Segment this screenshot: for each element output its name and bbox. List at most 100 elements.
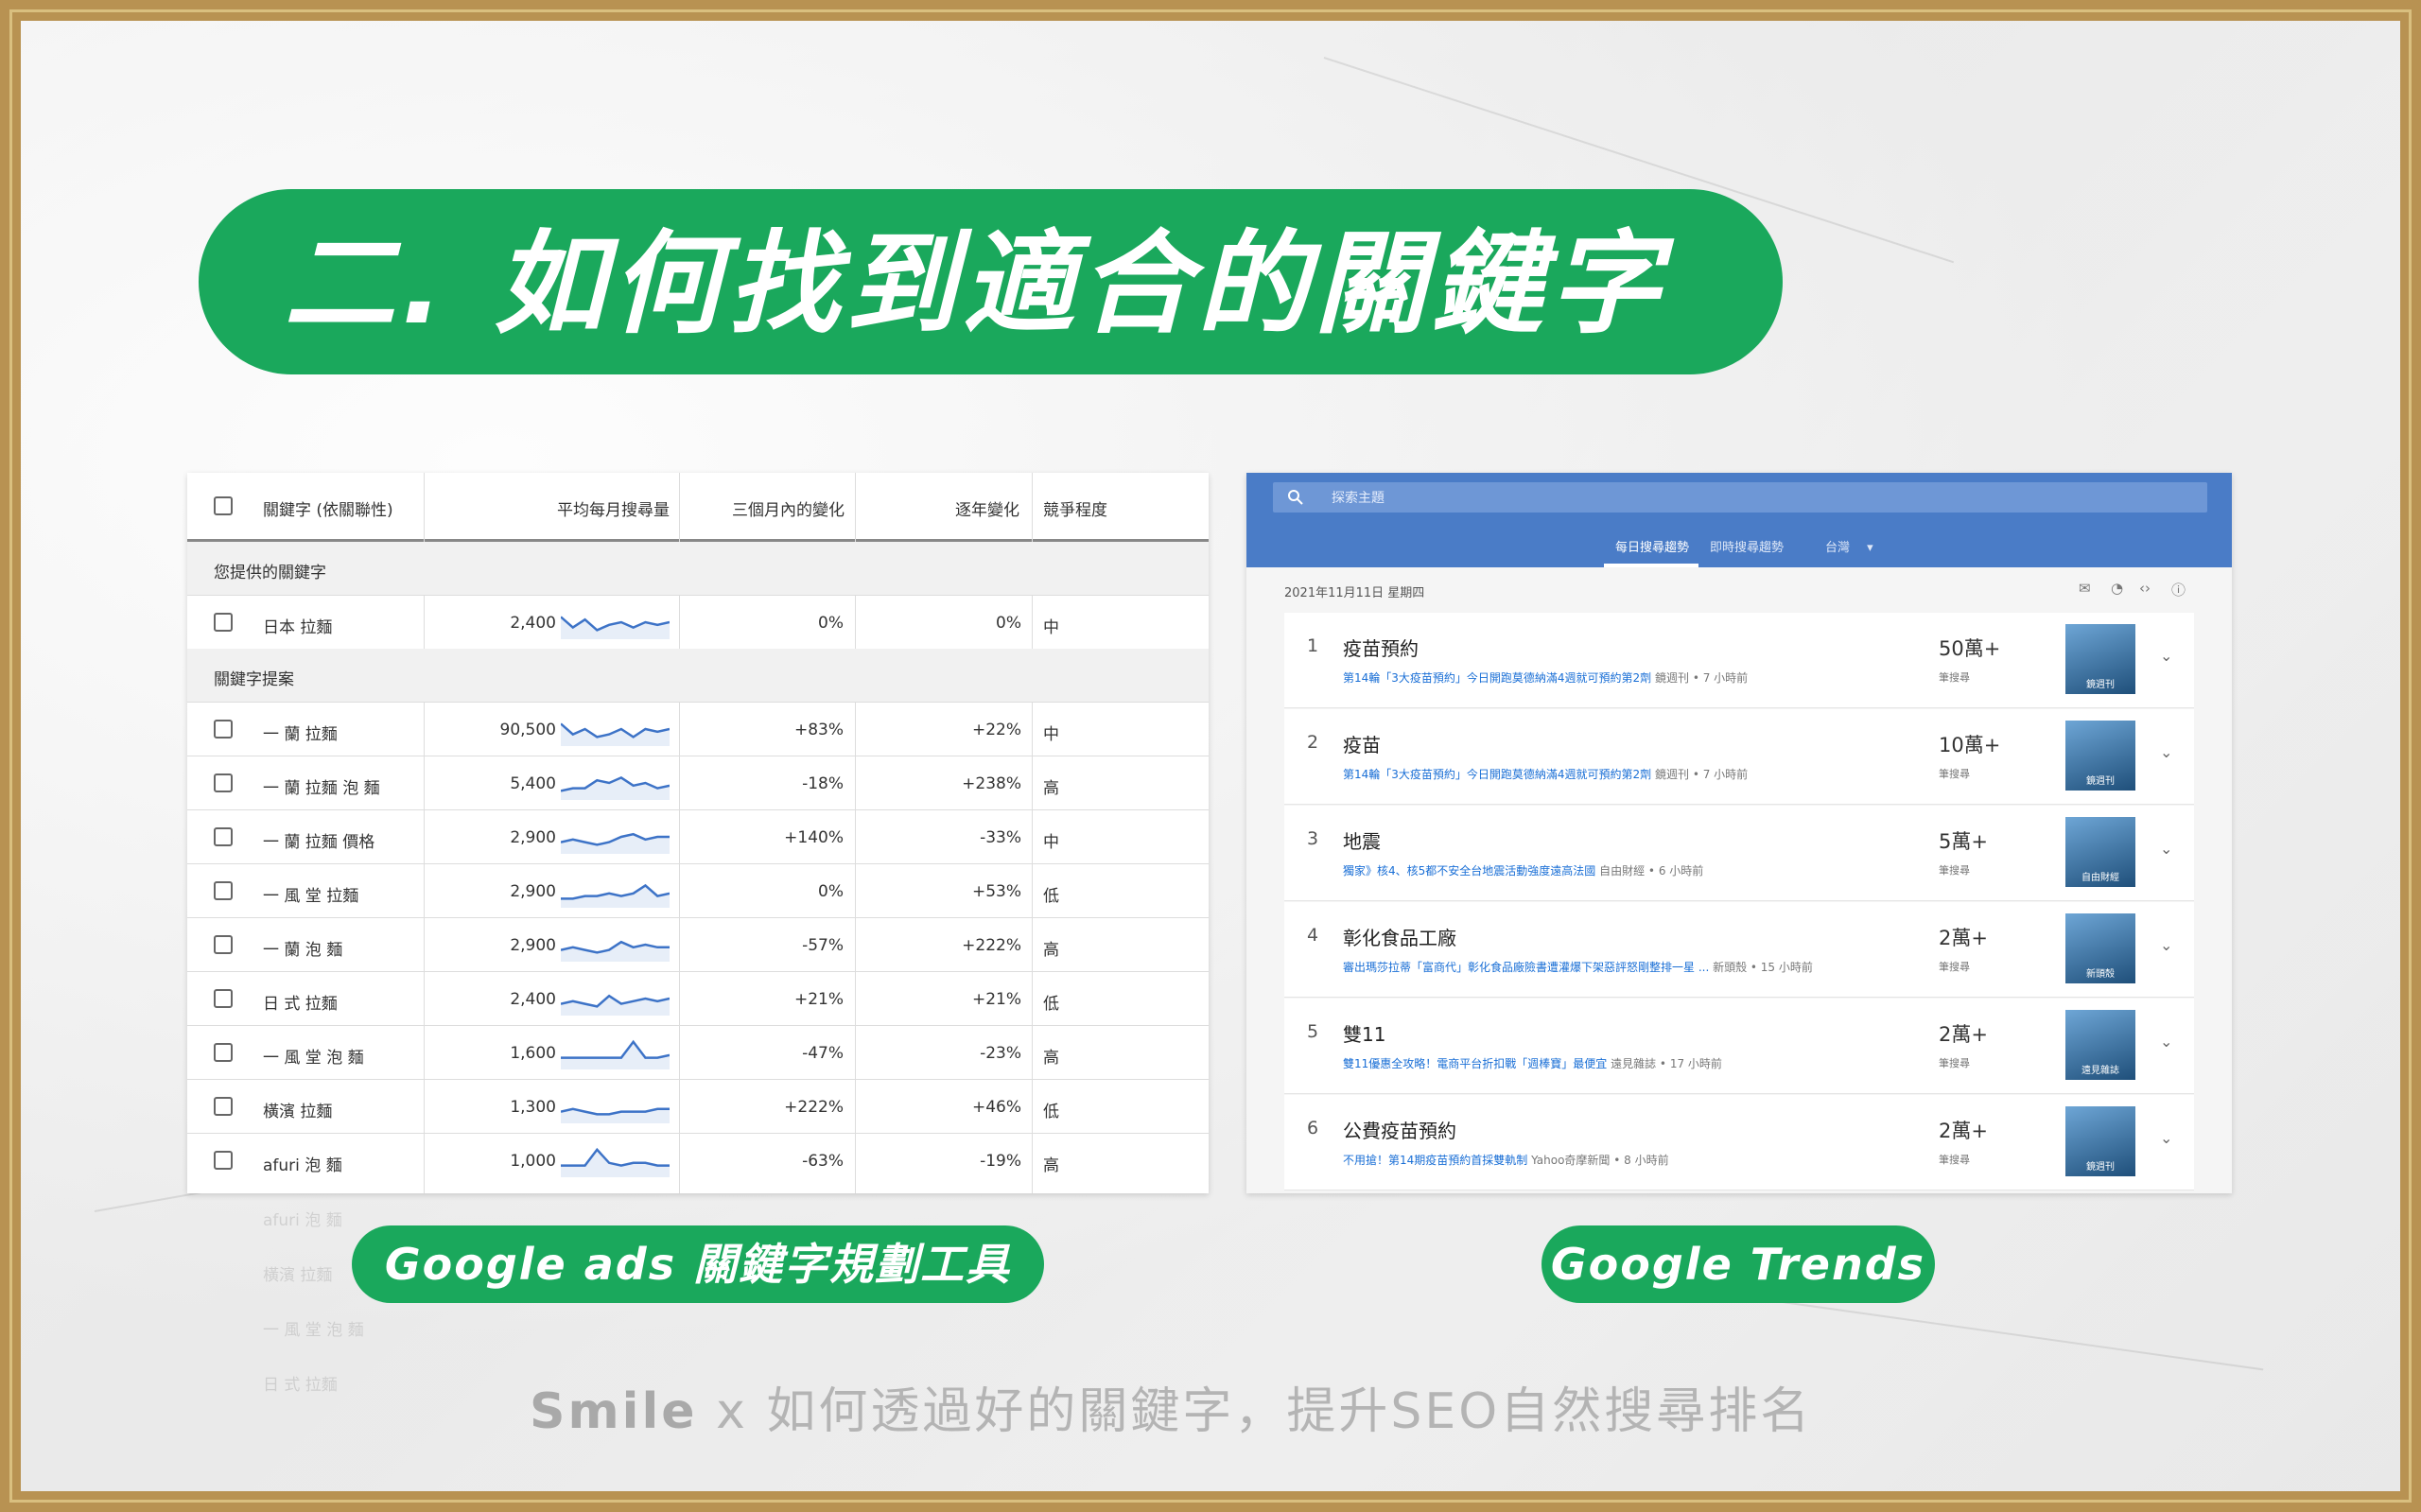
news-thumbnail[interactable]: 鏡週刊: [2065, 624, 2135, 694]
change-yoy-cell: 0%: [996, 614, 1021, 633]
trend-item[interactable]: 2 疫苗 第14輪「3大疫苗預約」今日開跑莫德納滿4週就可預約第2劑 鏡週刊 • 7…: [1284, 709, 2194, 805]
news-thumbnail[interactable]: 鏡週刊: [2065, 1106, 2135, 1176]
table-row[interactable]: 一 蘭 拉麵 泡 麵 5,400 -18% +238% 高: [187, 756, 1209, 810]
trend-item[interactable]: 6 公費疫苗預約 不用搶！第14期疫苗預約首採雙軌制 Yahoo奇摩新聞 • 8 小…: [1284, 1095, 2194, 1190]
row-checkbox[interactable]: [214, 1151, 233, 1170]
header-competition[interactable]: 競爭程度: [1043, 496, 1107, 520]
trend-title[interactable]: 疫苗: [1343, 730, 1381, 757]
chevron-down-icon[interactable]: ⌄: [2160, 743, 2172, 761]
reflection-row: 橫濱 拉麵: [263, 1266, 333, 1285]
snippet-source: 鏡週刊 • 7 小時前: [1655, 671, 1749, 685]
trend-snippet[interactable]: 不用搶！第14期疫苗預約首採雙軌制 Yahoo奇摩新聞 • 8 小時前: [1343, 1152, 1669, 1168]
embed-icon[interactable]: ‹›: [2139, 580, 2151, 597]
change-yoy-cell: -33%: [980, 828, 1021, 847]
change-3m-cell: +222%: [784, 1098, 844, 1117]
competition-cell: 低: [1043, 995, 1059, 1014]
table-row[interactable]: 一 蘭 拉麵 價格 2,900 +140% -33% 中: [187, 809, 1209, 864]
tab-realtime-trends[interactable]: 即時搜尋趨勢: [1710, 537, 1784, 555]
keyword-cell: 一 蘭 拉麵 價格: [263, 833, 375, 852]
row-checkbox[interactable]: [214, 935, 233, 954]
table-row[interactable]: 日本 拉麵 2,400 0% 0% 中: [187, 595, 1209, 650]
chevron-down-icon[interactable]: ⌄: [2160, 1129, 2172, 1147]
mail-icon[interactable]: ✉: [2079, 580, 2091, 597]
trends-header: 探索主題 每日搜尋趨勢 即時搜尋趨勢 台灣 ▾: [1246, 473, 2232, 567]
trend-title[interactable]: 地震: [1343, 826, 1381, 854]
rss-icon[interactable]: ◔: [2111, 580, 2123, 597]
competition-cell: 低: [1043, 1103, 1059, 1121]
header-keyword[interactable]: 關鍵字 (依關聯性): [263, 496, 393, 520]
trend-snippet[interactable]: 獨家》核4、核5都不安全台地震活動強度遠高法國 自由財經 • 6 小時前: [1343, 862, 1703, 878]
news-thumbnail[interactable]: 自由財經: [2065, 817, 2135, 887]
trend-title[interactable]: 雙11: [1343, 1019, 1385, 1047]
snippet-text: 審出瑪莎拉蒂「富商代」彰化食品廠險書遭灌爆下架惡評怒剛整排一星 ...: [1343, 961, 1710, 974]
row-checkbox[interactable]: [214, 827, 233, 846]
search-icon: [1288, 490, 1303, 505]
footer: Smile x 如何透過好的關鍵字，提升SEO自然搜尋排名: [530, 1379, 1812, 1445]
sparkline-area: [561, 617, 670, 639]
table-row[interactable]: 一 風 堂 拉麵 2,900 0% +53% 低: [187, 863, 1209, 918]
header-change-3m[interactable]: 三個月內的變化: [722, 496, 845, 520]
sparkline: [561, 1039, 670, 1069]
news-thumbnail[interactable]: 遠見雜誌: [2065, 1010, 2135, 1080]
trend-rank: 3: [1307, 828, 1319, 849]
change-3m-cell: +140%: [784, 828, 844, 847]
trend-item[interactable]: 1 疫苗預約第14輪「3大疫苗預約」今日開跑莫德納滿4週就可預約第2劑 鏡週刊 •…: [1284, 613, 2194, 708]
chevron-down-icon[interactable]: ⌄: [2160, 840, 2172, 858]
trend-rank: 1: [1307, 635, 1319, 656]
tab-daily-trends[interactable]: 每日搜尋趨勢: [1615, 537, 1689, 555]
competition-cell: 中: [1043, 725, 1059, 744]
competition-cell: 高: [1043, 1049, 1059, 1068]
trend-snippet[interactable]: 雙11優惠全攻略！電商平台折扣戰「週棒寶」最便宜 遠見雜誌 • 17 小時前: [1343, 1055, 1722, 1071]
snippet-source: Yahoo奇摩新聞 • 8 小時前: [1531, 1154, 1669, 1167]
snippet-text: 獨家》核4、核5都不安全台地震活動強度遠高法國: [1343, 864, 1596, 878]
table-row[interactable]: 一 風 堂 泡 麵 1,600 -47% -23% 高: [187, 1025, 1209, 1080]
change-yoy-cell: +222%: [962, 936, 1021, 955]
trend-item[interactable]: 4 彰化食品工廠 審出瑪莎拉蒂「富商代」彰化食品廠險書遭灌爆下架惡評怒剛整排一星 .…: [1284, 902, 2194, 998]
google-trends-panel: 探索主題 每日搜尋趨勢 即時搜尋趨勢 台灣 ▾ 2021年11月11日 星期四 …: [1246, 473, 2232, 1193]
active-tab-indicator: [1604, 564, 1698, 567]
search-count: 2萬+: [1939, 927, 1988, 949]
row-checkbox[interactable]: [214, 881, 233, 900]
chevron-down-icon[interactable]: ⌄: [2160, 1033, 2172, 1051]
row-checkbox[interactable]: [214, 1097, 233, 1116]
thumbnail-caption: 鏡週刊: [2086, 1162, 2115, 1173]
trend-snippet[interactable]: 審出瑪莎拉蒂「富商代」彰化食品廠險書遭灌爆下架惡評怒剛整排一星 ... 新頭殼 …: [1343, 959, 1813, 975]
table-row[interactable]: afuri 泡 麵 1,000 -63% -19% 高: [187, 1133, 1209, 1188]
search-count-label: 筆搜尋: [1939, 768, 1970, 780]
volume-cell: 2,900: [510, 828, 556, 847]
keyword-cell: 一 風 堂 泡 麵: [263, 1049, 364, 1068]
trend-snippet[interactable]: 第14輪「3大疫苗預約」今日開跑莫德納滿4週就可預約第2劑 鏡週刊 • 7 小時…: [1343, 766, 1748, 782]
trend-item[interactable]: 3 地震 獨家》核4、核5都不安全台地震活動強度遠高法國 自由財經 • 6 小時前 5…: [1284, 806, 2194, 901]
header-volume[interactable]: 平均每月搜尋量: [556, 496, 670, 520]
row-checkbox[interactable]: [214, 773, 233, 792]
table-row[interactable]: 一 蘭 泡 麵 2,900 -57% +222% 高: [187, 917, 1209, 972]
footer-text: x 如何透過好的關鍵字，提升SEO自然搜尋排名: [716, 1383, 1813, 1440]
table-row[interactable]: 日 式 拉麵 2,400 +21% +21% 低: [187, 971, 1209, 1026]
select-all-checkbox[interactable]: [214, 496, 233, 515]
trend-item[interactable]: 5 雙11 雙11優惠全攻略！電商平台折扣戰「週棒寶」最便宜 遠見雜誌 • 17 小…: [1284, 999, 2194, 1094]
volume-cell: 1,600: [510, 1044, 556, 1063]
chevron-down-icon[interactable]: ⌄: [2160, 936, 2172, 954]
table-row[interactable]: 一 蘭 拉麵 90,500 +83% +22% 中: [187, 702, 1209, 756]
row-checkbox[interactable]: [214, 720, 233, 739]
trend-title[interactable]: 彰化食品工廠: [1343, 923, 1456, 950]
row-checkbox[interactable]: [214, 613, 233, 632]
trend-snippet[interactable]: 第14輪「3大疫苗預約」今日開跑莫德納滿4週就可預約第2劑 鏡週刊 • 7 小時…: [1343, 669, 1748, 686]
trend-rank: 5: [1307, 1021, 1319, 1042]
row-checkbox[interactable]: [214, 1043, 233, 1062]
change-3m-cell: +83%: [793, 721, 844, 739]
region-select[interactable]: 台灣 ▾: [1825, 537, 1873, 555]
row-checkbox[interactable]: [214, 989, 233, 1008]
header-change-yoy[interactable]: 逐年變化: [906, 496, 1019, 520]
thumbnail-caption: 新頭殼: [2086, 969, 2115, 980]
search-placeholder: 探索主題: [1332, 491, 1385, 506]
help-icon[interactable]: ⓘ: [2171, 580, 2186, 600]
news-thumbnail[interactable]: 鏡週刊: [2065, 721, 2135, 791]
search-input[interactable]: 探索主題: [1273, 482, 2207, 513]
trend-title[interactable]: 公費疫苗預約: [1343, 1116, 1456, 1143]
chevron-down-icon[interactable]: ⌄: [2160, 647, 2172, 665]
news-thumbnail[interactable]: 新頭殼: [2065, 913, 2135, 983]
sparkline: [561, 722, 670, 746]
table-row[interactable]: 橫濱 拉麵 1,300 +222% +46% 低: [187, 1079, 1209, 1134]
trend-title[interactable]: 疫苗預約: [1343, 634, 1419, 661]
